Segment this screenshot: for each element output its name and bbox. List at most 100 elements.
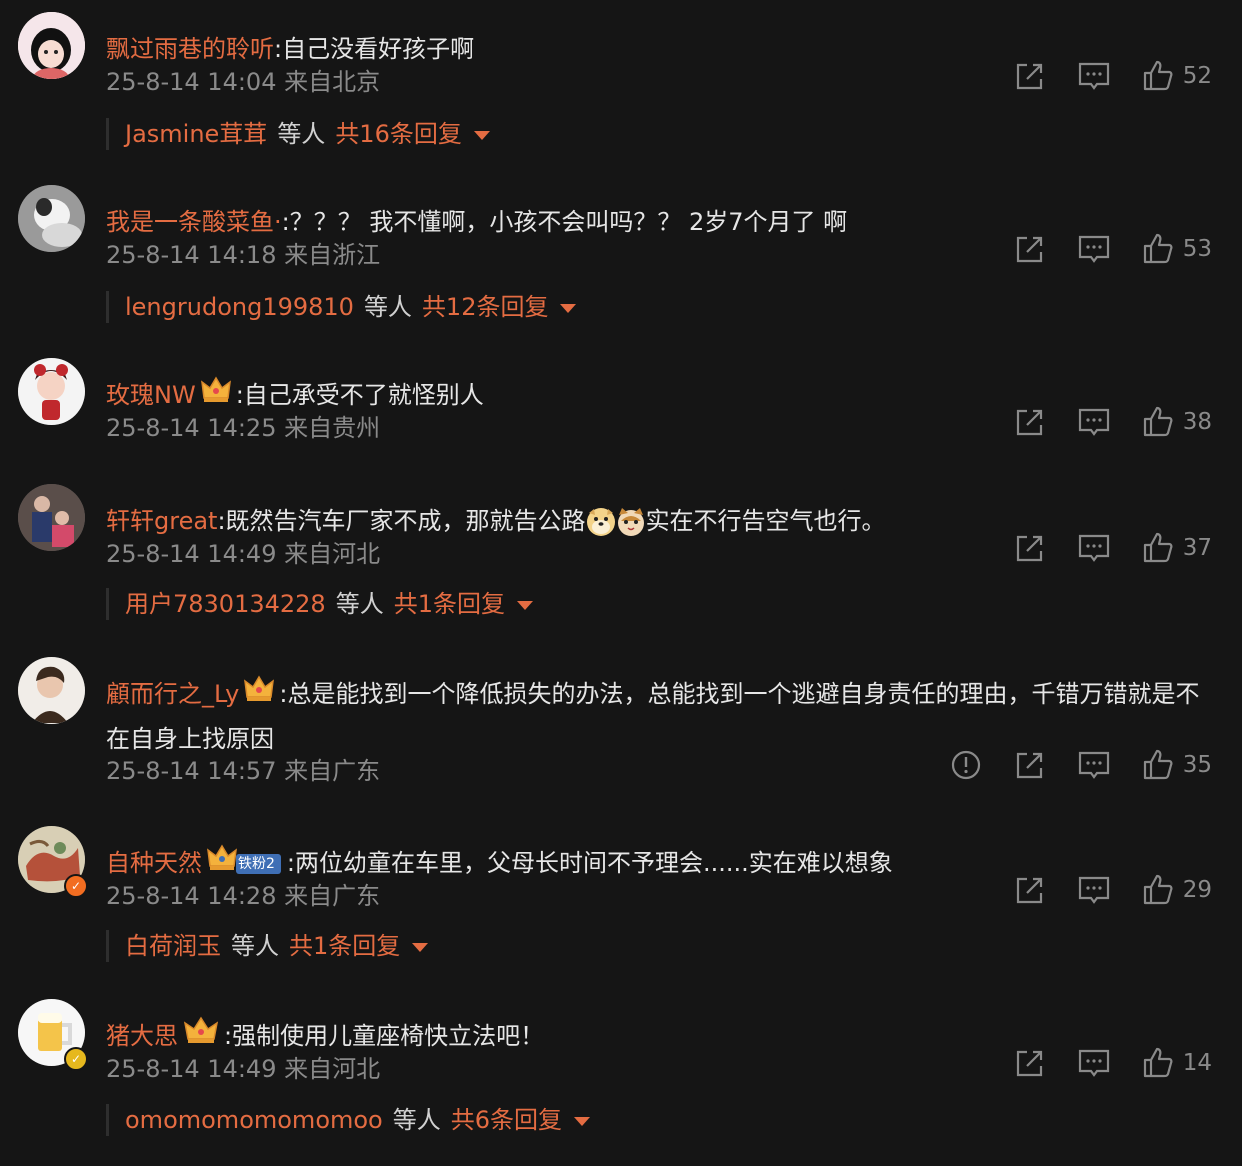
like-count: 35	[1182, 752, 1212, 778]
reply-name[interactable]: 用户7830134228	[125, 590, 326, 618]
comment-body: :强制使用儿童座椅快立法吧！	[224, 1022, 545, 1050]
cat-emoji-icon	[616, 507, 646, 537]
like-icon[interactable]	[1141, 1046, 1175, 1080]
location: 来自浙江	[284, 241, 381, 269]
comment-actions: 38	[983, 404, 1212, 440]
share-icon[interactable]	[1013, 873, 1047, 907]
comment-body-part-2: 实在不行告空气也行。	[645, 507, 886, 535]
comment-body: :自己承受不了就怪别人	[235, 381, 484, 409]
avatar[interactable]	[18, 657, 85, 724]
comment-icon[interactable]	[1077, 59, 1111, 93]
avatar[interactable]	[18, 12, 85, 79]
username[interactable]: 猪大思	[106, 1022, 178, 1050]
timestamp: 25-8-14 14:49	[106, 1055, 277, 1083]
comment-body-part-1: :既然告汽车厂家不成，那就告公路	[217, 507, 586, 535]
chevron-down-icon[interactable]	[560, 303, 577, 313]
reply-count[interactable]: 共16条回复	[335, 120, 462, 148]
reply-name[interactable]: 白荷润玉	[125, 932, 221, 960]
timestamp: 25-8-14 14:25	[106, 414, 277, 442]
reply-etc: 等人	[392, 1106, 441, 1134]
chevron-down-icon[interactable]	[516, 600, 533, 610]
comment-icon[interactable]	[1077, 1046, 1111, 1080]
avatar[interactable]	[18, 185, 85, 252]
username[interactable]: 自种天然	[106, 849, 202, 877]
like-count: 14	[1182, 1050, 1212, 1076]
comment-meta: 25-8-14 14:49 来自河北	[106, 1049, 380, 1084]
reply-count[interactable]: 共1条回复	[289, 932, 400, 960]
share-icon[interactable]	[1013, 59, 1047, 93]
comment-icon[interactable]	[1077, 405, 1111, 439]
like-count: 38	[1182, 409, 1212, 435]
reply-count[interactable]: 共12条回复	[422, 293, 549, 321]
comment-actions: 29	[983, 872, 1212, 908]
like-icon[interactable]	[1141, 531, 1175, 565]
comment-meta: 25-8-14 14:04 来自北京	[106, 62, 380, 97]
share-icon[interactable]	[1013, 1046, 1047, 1080]
username[interactable]: 飘过雨巷的聆听	[106, 35, 274, 63]
reply-etc: 等人	[231, 932, 279, 960]
username[interactable]: 轩轩great	[106, 507, 217, 535]
report-icon[interactable]	[949, 748, 983, 782]
verified-badge-icon: ✓	[64, 1047, 88, 1071]
like-icon[interactable]	[1141, 405, 1175, 439]
comment-icon[interactable]	[1077, 232, 1111, 266]
comment-actions: 52	[983, 58, 1212, 94]
timestamp: 25-8-14 14:49	[106, 540, 277, 568]
reply-summary[interactable]: omomomomomomoo 等人 共6条回复	[106, 1104, 591, 1136]
comment-actions: 14	[983, 1045, 1212, 1081]
doge-emoji-icon	[586, 507, 616, 537]
username[interactable]: 顧而行之_Ly	[106, 680, 239, 708]
crown-badge-icon	[243, 673, 275, 717]
comment-icon[interactable]	[1077, 748, 1111, 782]
comment-body: :自己没看好孩子啊	[274, 35, 475, 63]
verified-badge-icon: ✓	[64, 874, 88, 898]
avatar[interactable]	[18, 484, 85, 551]
reply-etc: 等人	[335, 590, 384, 618]
like-count: 37	[1182, 535, 1212, 561]
username[interactable]: 玫瑰NW	[106, 381, 196, 409]
reply-summary[interactable]: Jasmine茸茸 等人 共16条回复	[106, 118, 490, 150]
timestamp: 25-8-14 14:28	[106, 882, 277, 910]
like-count: 53	[1182, 236, 1212, 262]
like-icon[interactable]	[1141, 873, 1175, 907]
comment-meta: 25-8-14 14:25 来自贵州	[106, 408, 380, 443]
like-count: 29	[1182, 877, 1212, 903]
like-icon[interactable]	[1141, 748, 1175, 782]
share-icon[interactable]	[1013, 748, 1047, 782]
share-icon[interactable]	[1013, 232, 1047, 266]
like-icon[interactable]	[1141, 232, 1175, 266]
comment-actions: 53	[983, 231, 1212, 267]
reply-name[interactable]: Jasmine茸茸	[125, 120, 267, 148]
comment-body: :？？？ 我不懂啊，小孩不会叫吗？？ 2岁7个月了 啊	[281, 208, 848, 236]
comment-icon[interactable]	[1077, 873, 1111, 907]
comment-meta: 25-8-14 14:49 来自河北	[106, 534, 380, 569]
reply-count[interactable]: 共1条回复	[394, 590, 505, 618]
location: 来自河北	[284, 1055, 381, 1083]
reply-summary[interactable]: 用户7830134228 等人 共1条回复	[106, 588, 533, 620]
username[interactable]: 我是一条酸菜鱼·	[106, 208, 282, 236]
comment-actions: 37	[983, 530, 1212, 566]
comment-icon[interactable]	[1077, 531, 1111, 565]
reply-summary[interactable]: 白荷润玉 等人 共1条回复	[106, 930, 429, 962]
share-icon[interactable]	[1013, 531, 1047, 565]
timestamp: 25-8-14 14:04	[106, 68, 277, 96]
location: 来自广东	[284, 757, 381, 785]
like-icon[interactable]	[1141, 59, 1175, 93]
chevron-down-icon[interactable]	[473, 130, 490, 140]
share-icon[interactable]	[1013, 405, 1047, 439]
comment-meta: 25-8-14 14:18 来自浙江	[106, 235, 380, 270]
avatar[interactable]	[18, 358, 85, 425]
reply-summary[interactable]: lengrudong199810 等人 共12条回复	[106, 291, 577, 323]
comment-body: :两位幼童在车里，父母长时间不予理会......实在难以想象	[286, 849, 893, 877]
chevron-down-icon[interactable]	[574, 1116, 591, 1126]
chevron-down-icon[interactable]	[412, 942, 429, 952]
timestamp: 25-8-14 14:18	[106, 241, 277, 269]
location: 来自贵州	[284, 414, 381, 442]
reply-count[interactable]: 共6条回复	[451, 1106, 562, 1134]
comment-meta: 25-8-14 14:28 来自广东	[106, 876, 380, 911]
reply-name[interactable]: omomomomomomoo	[125, 1106, 383, 1134]
location: 来自河北	[284, 540, 381, 568]
reply-name[interactable]: lengrudong199810	[125, 293, 354, 321]
reply-etc: 等人	[277, 120, 326, 148]
location: 来自广东	[284, 882, 381, 910]
